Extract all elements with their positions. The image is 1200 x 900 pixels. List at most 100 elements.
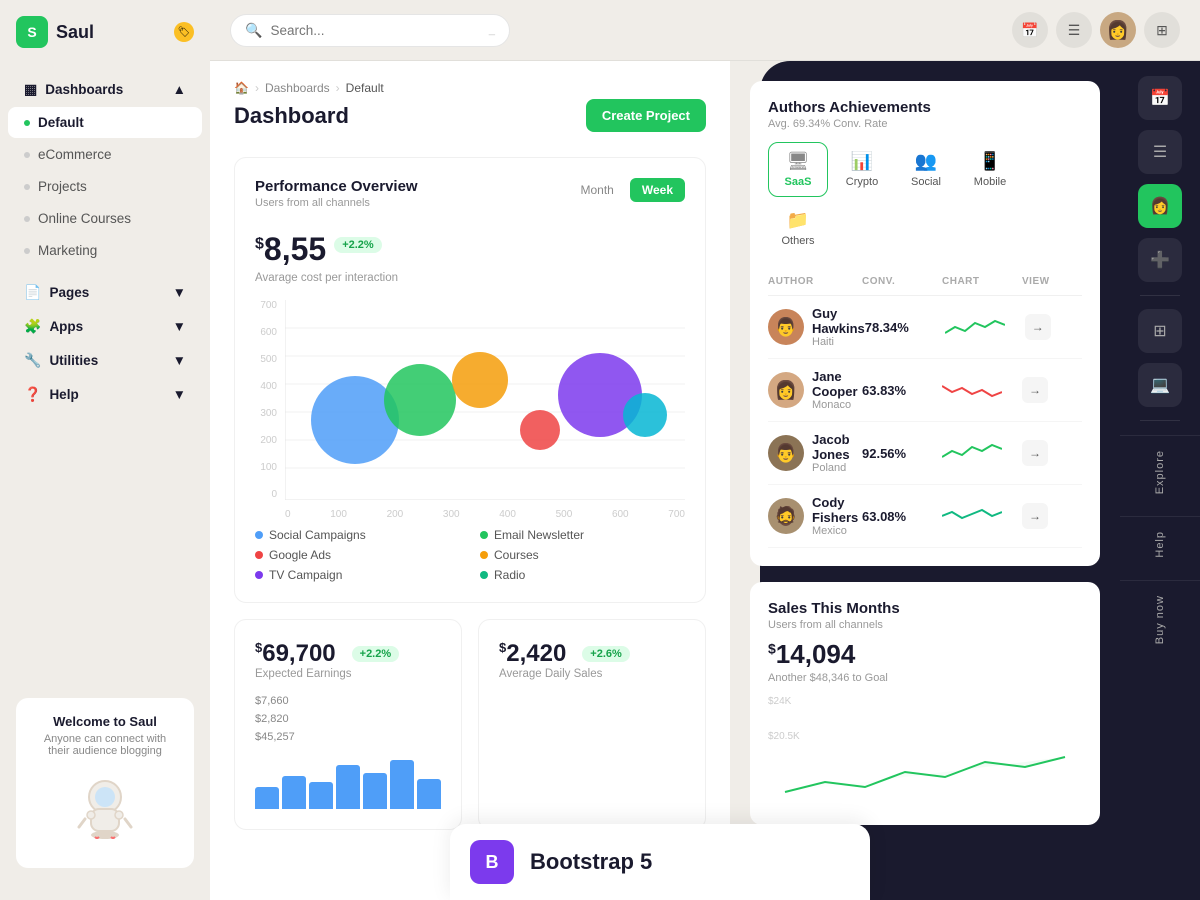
bootstrap-text: Bootstrap 5 xyxy=(530,849,652,875)
create-project-button[interactable]: Create Project xyxy=(586,99,706,132)
sidebar: S Saul 🏷 ▦ Dashboards ▲ Default eCommerc… xyxy=(0,0,210,900)
tab-mobile[interactable]: 📱 Mobile xyxy=(960,142,1020,197)
author-conv-1: 78.34% xyxy=(865,320,945,335)
topbar-grid-btn[interactable]: ⊞ xyxy=(1144,12,1180,48)
earnings-row3: $45,257 xyxy=(255,728,441,746)
topbar-right: 📅 ☰ 👩 ⊞ xyxy=(1012,12,1180,48)
x-axis: 0100200300400500600700 xyxy=(285,505,685,520)
rs-menu-btn[interactable]: ☰ xyxy=(1138,130,1182,174)
author-name-1: Guy Hawkins xyxy=(812,306,865,336)
rs-divider2 xyxy=(1140,420,1180,421)
nav-section: ▦ Dashboards ▲ Default eCommerce Project… xyxy=(0,68,210,271)
author-avatar-3: 👨 xyxy=(768,435,804,471)
author-view-4[interactable]: → xyxy=(1022,503,1048,529)
sidebar-item-online-courses[interactable]: Online Courses xyxy=(8,203,202,234)
authors-table-header: AUTHOR CONV. CHART VIEW xyxy=(768,272,1082,296)
authors-card: Authors Achievements Avg. 69.34% Conv. R… xyxy=(750,81,1100,566)
rs-code-btn[interactable]: 💻 xyxy=(1138,363,1182,407)
legend-social-campaigns: Social Campaigns xyxy=(255,528,460,542)
rs-grid-btn[interactable]: ⊞ xyxy=(1138,309,1182,353)
author-country-1: Haiti xyxy=(812,336,865,348)
earnings-badge: +2.2% xyxy=(352,646,400,662)
author-conv-2: 63.83% xyxy=(862,383,942,398)
rs-avatar-btn[interactable]: 👩 xyxy=(1138,184,1182,228)
topbar-calendar-btn[interactable]: 📅 xyxy=(1012,12,1048,48)
breadcrumb-area: 🏠 › Dashboards › Default Dashboard xyxy=(234,81,384,149)
rs-explore-section: Explore xyxy=(1120,435,1200,508)
app-name: Saul xyxy=(56,22,94,43)
authors-subtitle: Avg. 69.34% Conv. Rate xyxy=(768,118,931,130)
tab-crypto[interactable]: 📊 Crypto xyxy=(832,142,892,197)
nav-apps[interactable]: 🧩 Apps ▼ xyxy=(8,310,202,343)
rs-divider1 xyxy=(1140,295,1180,296)
col-chart: CHART xyxy=(942,276,1022,287)
period-week-tab[interactable]: Week xyxy=(630,178,685,202)
bar xyxy=(309,782,333,810)
nav-help[interactable]: ❓ Help ▼ xyxy=(8,378,202,411)
author-country-3: Poland xyxy=(812,462,862,474)
nav-pages[interactable]: 📄 Pages ▼ xyxy=(8,276,202,309)
bar xyxy=(336,765,360,809)
mobile-label: Mobile xyxy=(974,176,1006,188)
nav-utilities[interactable]: 🔧 Utilities ▼ xyxy=(8,344,202,377)
earnings-bar-chart xyxy=(255,754,441,809)
bubble-chart-container: 7006005004003002001000 xyxy=(255,300,685,520)
bar xyxy=(255,787,279,809)
topbar-menu-btn[interactable]: ☰ xyxy=(1056,12,1092,48)
author-view-1[interactable]: → xyxy=(1025,314,1051,340)
breadcrumb-dashboards[interactable]: Dashboards xyxy=(265,81,330,95)
sidebar-bottom: Welcome to Saul Anyone can connect with … xyxy=(0,682,210,884)
breadcrumb-sep1: › xyxy=(255,81,259,95)
performance-card-header: Performance Overview Users from all chan… xyxy=(255,178,685,209)
author-name-4: Cody Fishers xyxy=(812,495,862,525)
legend-label-email: Email Newsletter xyxy=(494,528,584,542)
search-cursor: _ xyxy=(489,24,495,36)
logo-badge: 🏷 xyxy=(174,22,194,42)
nav-dashboards[interactable]: ▦ Dashboards ▲ xyxy=(8,73,202,106)
rs-help-section: Help xyxy=(1120,516,1200,572)
tab-others[interactable]: 📁 Others xyxy=(768,201,828,256)
earnings-row2: $2,820 xyxy=(255,710,441,728)
chevron-icon: ▼ xyxy=(173,285,186,300)
author-view-2[interactable]: → xyxy=(1022,377,1048,403)
author-row-3: 👨 Jacob Jones Poland 92.56% → xyxy=(768,422,1082,485)
sidebar-item-ecommerce[interactable]: eCommerce xyxy=(8,139,202,170)
author-details-1: Guy Hawkins Haiti xyxy=(812,306,865,348)
author-row-4: 🧔 Cody Fishers Mexico 63.08% → xyxy=(768,485,1082,548)
sidebar-item-projects[interactable]: Projects xyxy=(8,171,202,202)
tab-social[interactable]: 👥 Social xyxy=(896,142,956,197)
others-label: Others xyxy=(781,235,814,247)
rs-add-btn[interactable]: ➕ xyxy=(1138,238,1182,282)
sales-y-label-2: $20.5K xyxy=(768,731,1082,742)
period-month-tab[interactable]: Month xyxy=(569,178,626,202)
earnings-row1-value: $7,660 xyxy=(255,695,289,707)
period-tabs: Month Week xyxy=(569,178,686,202)
author-chart-3 xyxy=(942,441,1002,465)
author-view-3[interactable]: → xyxy=(1022,440,1048,466)
crypto-icon: 📊 xyxy=(851,151,873,172)
tab-saas[interactable]: 🖥 SaaS xyxy=(768,142,828,197)
performance-card: Performance Overview Users from all chan… xyxy=(234,157,706,603)
earnings-row1: $7,660 xyxy=(255,692,441,710)
chart-legend: Social Campaigns Email Newsletter Google… xyxy=(255,528,685,582)
sales-goal: Another $48,346 to Goal xyxy=(768,672,1082,684)
sales-y-label-1: $24K xyxy=(768,696,1082,707)
author-details-4: Cody Fishers Mexico xyxy=(812,495,862,537)
authors-tabs: 🖥 SaaS 📊 Crypto 👥 Social xyxy=(768,142,1082,256)
topbar-avatar[interactable]: 👩 xyxy=(1100,12,1136,48)
search-input[interactable] xyxy=(270,23,480,38)
author-info-1: 👨 Guy Hawkins Haiti xyxy=(768,306,865,348)
legend-dot-radio xyxy=(480,571,488,579)
sales-chart xyxy=(768,742,1082,802)
rs-buynow-section: Buy now xyxy=(1120,580,1200,658)
logo-area: S Saul 🏷 xyxy=(0,16,210,68)
chevron-icon: ▲ xyxy=(173,82,186,97)
earnings-value-row: $69,700 +2.2% xyxy=(255,640,441,668)
rs-calendar-btn[interactable]: 📅 xyxy=(1138,76,1182,120)
author-details-2: Jane Cooper Monaco xyxy=(812,369,862,411)
search-box[interactable]: 🔍 _ xyxy=(230,14,510,47)
left-content: 🏠 › Dashboards › Default Dashboard Creat… xyxy=(210,61,730,900)
nav-pages-section: 📄 Pages ▼ 🧩 Apps ▼ 🔧 Utilities ▼ ❓ Help … xyxy=(0,271,210,416)
sidebar-item-marketing[interactable]: Marketing xyxy=(8,235,202,266)
sidebar-item-default[interactable]: Default xyxy=(8,107,202,138)
